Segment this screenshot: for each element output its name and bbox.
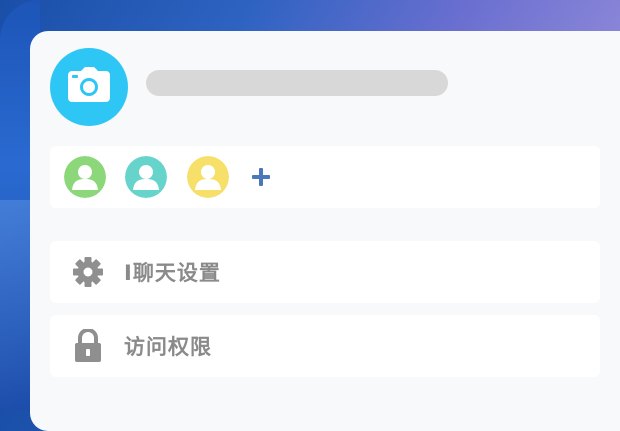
access-permission-label: 访问权限 xyxy=(124,335,212,359)
member-list xyxy=(50,146,600,208)
user-icon xyxy=(187,156,229,198)
plus-icon xyxy=(252,168,270,186)
chat-settings-row[interactable]: I聊天设置 xyxy=(50,241,600,303)
member-avatar-1[interactable] xyxy=(64,156,106,198)
profile-avatar[interactable] xyxy=(50,48,128,126)
add-member-button[interactable] xyxy=(247,163,275,191)
name-placeholder xyxy=(146,70,448,96)
camera-icon xyxy=(67,67,111,107)
lock-icon xyxy=(70,328,106,364)
member-avatar-2[interactable] xyxy=(125,156,167,198)
user-icon xyxy=(64,156,106,198)
access-permission-row[interactable]: 访问权限 xyxy=(50,315,600,377)
user-icon xyxy=(125,156,167,198)
member-avatar-3[interactable] xyxy=(187,156,229,198)
profile-card: I聊天设置 访问权限 xyxy=(30,31,620,431)
chat-settings-label: I聊天设置 xyxy=(124,261,221,285)
gear-icon xyxy=(70,254,106,290)
